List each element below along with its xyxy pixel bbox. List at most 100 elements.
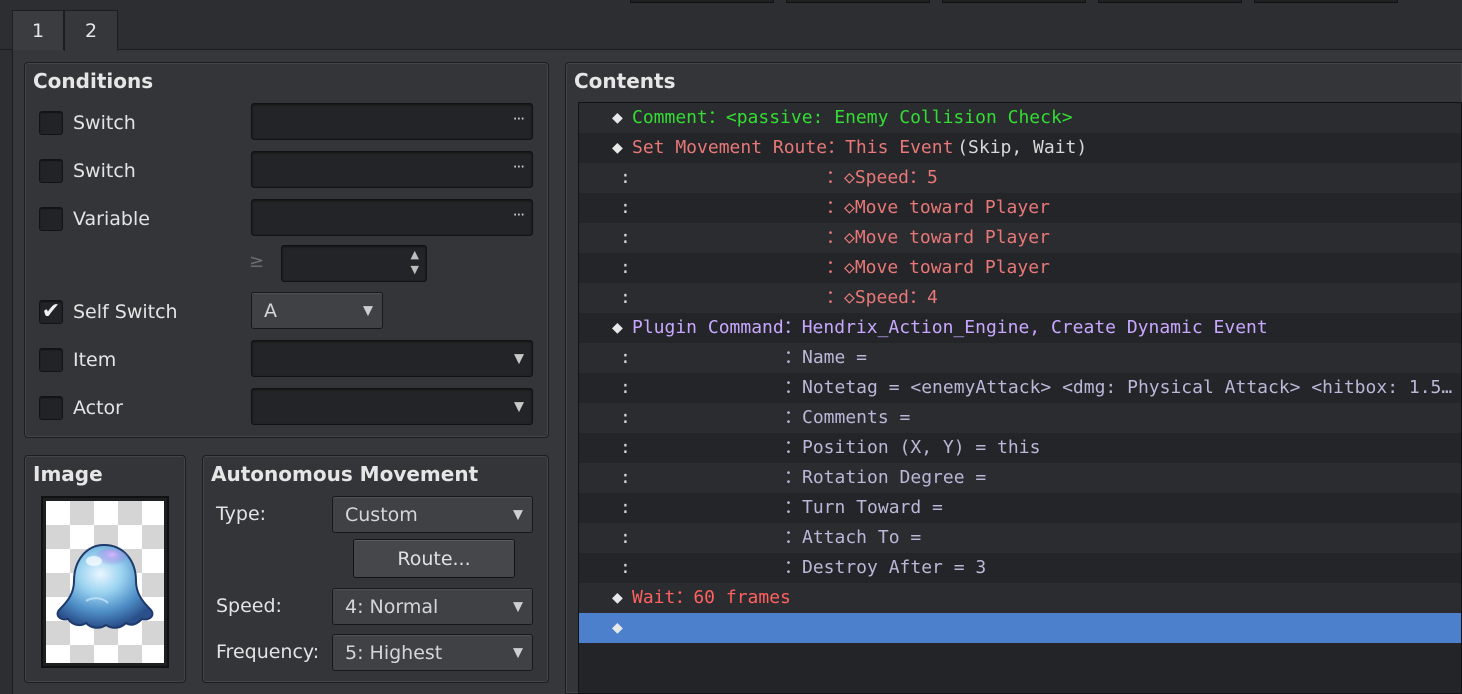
- slime-sprite-icon: [56, 543, 154, 629]
- continuation-marker: :: [620, 347, 631, 368]
- command-text: Set Movement Route：This Event: [632, 137, 965, 158]
- command-row[interactable]: : ：Name =: [579, 343, 1461, 373]
- chevron-down-icon: ▼: [513, 645, 523, 660]
- toolbar-button-stub[interactable]: [1098, 0, 1242, 3]
- continuation-marker: :: [620, 497, 631, 518]
- actor-row: Actor: [39, 393, 123, 423]
- continuation-marker: :: [620, 557, 631, 578]
- autonomous-movement-title: Autonomous Movement: [211, 462, 479, 486]
- switch-2-field[interactable]: ···: [251, 151, 533, 188]
- item-select[interactable]: ▼: [251, 340, 533, 377]
- continuation-marker: :: [620, 377, 631, 398]
- toolbar-button-stub[interactable]: [786, 0, 930, 3]
- tab-page-2[interactable]: 2: [64, 10, 118, 51]
- actor-checkbox[interactable]: [39, 396, 63, 420]
- command-row[interactable]: ◆ Comment：<passive: Enemy Collision Check…: [579, 103, 1461, 133]
- frequency-value: 5: Highest: [345, 641, 443, 664]
- actor-select[interactable]: ▼: [251, 388, 533, 425]
- variable-row: Variable: [39, 204, 150, 234]
- command-diamond-icon: ◆: [612, 587, 623, 608]
- route-button[interactable]: Route...: [353, 539, 515, 578]
- command-text: ：Attach To =: [784, 527, 922, 548]
- command-row[interactable]: : ：Rotation Degree =: [579, 463, 1461, 493]
- switch-2-label: Switch: [73, 160, 136, 182]
- command-diamond-icon: ◆: [612, 137, 623, 158]
- spin-down-icon[interactable]: ▼: [411, 263, 419, 276]
- speed-label: Speed:: [216, 595, 282, 617]
- route-button-label: Route...: [397, 547, 471, 570]
- continuation-marker: :: [620, 527, 631, 548]
- command-row[interactable]: : ：◇Move toward Player: [579, 223, 1461, 253]
- actor-label: Actor: [73, 397, 123, 419]
- command-row[interactable]: : ：Notetag = <enemyAttack> <dmg: Physical…: [579, 373, 1461, 403]
- command-row[interactable]: ◆ Wait：60 frames: [579, 583, 1461, 613]
- variable-field[interactable]: ···: [251, 199, 533, 236]
- command-text: ：◇Move toward Player: [826, 197, 1050, 218]
- chevron-down-icon: ▼: [514, 399, 524, 414]
- command-row[interactable]: : ：◇Speed：5: [579, 163, 1461, 193]
- command-row[interactable]: : ：Comments =: [579, 403, 1461, 433]
- command-text: (Skip, Wait): [957, 137, 1088, 158]
- event-page-editor: 1 2 Conditions Switch ··· Switch ··· Var…: [0, 0, 1462, 694]
- contents-title: Contents: [574, 69, 676, 93]
- conditions-panel: Conditions Switch ··· Switch ··· Variabl…: [24, 62, 549, 438]
- continuation-marker: :: [620, 257, 631, 278]
- command-diamond-icon: ◆: [612, 107, 623, 128]
- switch-2-checkbox[interactable]: [39, 159, 63, 183]
- command-text: ：◇Move toward Player: [826, 257, 1050, 278]
- movement-type-select[interactable]: Custom ▼: [332, 496, 533, 533]
- command-text: ：Turn Toward =: [784, 497, 943, 518]
- ellipsis-icon[interactable]: ···: [513, 158, 525, 176]
- command-row[interactable]: : ：Position (X, Y) = this: [579, 433, 1461, 463]
- self-switch-row: ✔ Self Switch: [39, 297, 178, 327]
- switch-1-field[interactable]: ···: [251, 103, 533, 140]
- toolbar-button-stub[interactable]: [1254, 0, 1398, 3]
- command-text: ：Rotation Degree =: [784, 467, 987, 488]
- command-row[interactable]: : ：◇Speed：4: [579, 283, 1461, 313]
- image-preview[interactable]: [41, 496, 169, 668]
- ellipsis-icon[interactable]: ···: [513, 110, 525, 128]
- command-row[interactable]: : ：◇Move toward Player: [579, 193, 1461, 223]
- command-text: ：Name =: [784, 347, 868, 368]
- speed-select[interactable]: 4: Normal ▼: [332, 588, 533, 625]
- speed-value: 4: Normal: [345, 595, 439, 618]
- event-command-list[interactable]: ◆ Comment：<passive: Enemy Collision Check…: [578, 102, 1462, 694]
- continuation-marker: :: [620, 407, 631, 428]
- ellipsis-icon[interactable]: ···: [513, 206, 525, 224]
- spin-up-icon[interactable]: ▲: [411, 248, 419, 261]
- command-text: ：◇Speed：4: [826, 287, 938, 308]
- type-label: Type:: [216, 503, 267, 525]
- tab-page-1[interactable]: 1: [12, 10, 64, 50]
- toolbar-button-stub[interactable]: [942, 0, 1086, 3]
- image-panel: Image: [24, 455, 186, 683]
- command-text: Comment：<passive: Enemy Collision Check>: [632, 107, 1073, 128]
- variable-operator: ≥: [249, 251, 265, 272]
- conditions-title: Conditions: [33, 69, 154, 93]
- command-diamond-icon: ◆: [612, 617, 623, 638]
- command-row[interactable]: : ：Destroy After = 3: [579, 553, 1461, 583]
- command-row-selected[interactable]: ◆: [579, 613, 1461, 643]
- tab-label: 2: [84, 20, 98, 42]
- tab-divider: [0, 49, 1462, 50]
- item-checkbox[interactable]: [39, 348, 63, 372]
- variable-checkbox[interactable]: [39, 207, 63, 231]
- checkmark-icon: ✔: [41, 299, 61, 324]
- command-row[interactable]: : ：Attach To =: [579, 523, 1461, 553]
- command-row[interactable]: ◆ Set Movement Route：This Event (Skip, Wa…: [579, 133, 1461, 163]
- frequency-select[interactable]: 5: Highest ▼: [332, 634, 533, 671]
- command-row[interactable]: ◆ Plugin Command：Hendrix_Action_Engine, C…: [579, 313, 1461, 343]
- chevron-down-icon: ▼: [363, 303, 373, 318]
- switch-1-row: Switch: [39, 108, 136, 138]
- switch-1-checkbox[interactable]: [39, 111, 63, 135]
- command-row[interactable]: : ：◇Move toward Player: [579, 253, 1461, 283]
- command-text: ：Destroy After = 3: [784, 557, 987, 578]
- chevron-down-icon: ▼: [513, 599, 523, 614]
- toolbar-button-stub[interactable]: [630, 0, 774, 3]
- self-switch-select[interactable]: A ▼: [251, 292, 383, 329]
- self-switch-checkbox[interactable]: ✔: [39, 300, 63, 324]
- variable-value-spinner[interactable]: ▲ ▼: [281, 245, 427, 282]
- continuation-marker: :: [620, 437, 631, 458]
- image-title: Image: [33, 462, 103, 486]
- command-row[interactable]: : ：Turn Toward =: [579, 493, 1461, 523]
- autonomous-movement-panel: Autonomous Movement Type: Custom ▼ Route…: [202, 455, 549, 683]
